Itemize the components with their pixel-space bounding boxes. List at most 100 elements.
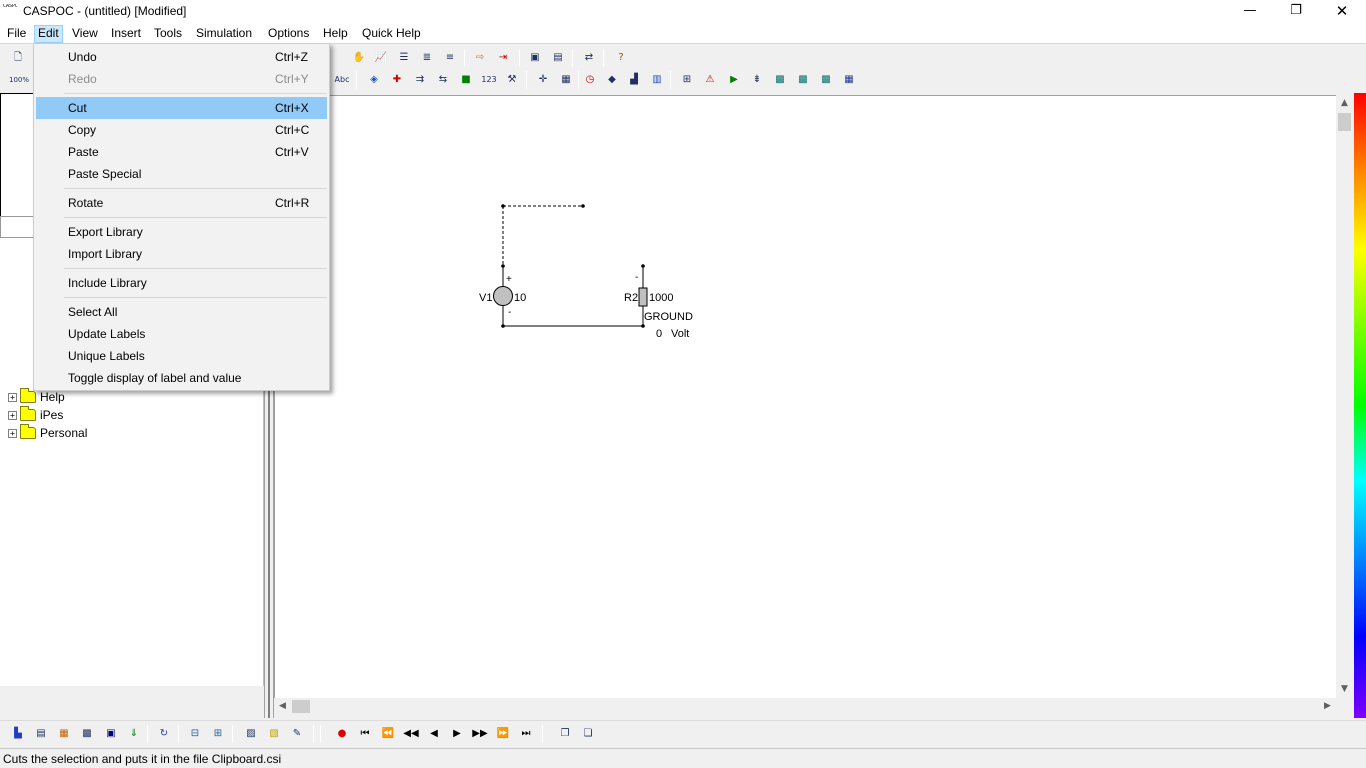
scope-icon[interactable]: ◆: [603, 71, 621, 89]
step-back-icon[interactable]: ◀: [425, 725, 443, 743]
maximize-button[interactable]: ❐: [1273, 0, 1319, 23]
meter-icon[interactable]: ▟: [625, 71, 643, 89]
menu-options[interactable]: Options: [265, 25, 312, 43]
vertical-scrollbar[interactable]: ▲ ▼: [1336, 95, 1353, 698]
tree-item-ipes[interactable]: + iPes: [8, 406, 63, 424]
table-icon[interactable]: ▦: [840, 71, 858, 89]
network-icon[interactable]: ⊟: [186, 725, 204, 743]
counter-button[interactable]: 123: [480, 71, 498, 89]
connect-icon[interactable]: ⇄: [580, 49, 598, 67]
counter-icon[interactable]: ▦: [55, 725, 73, 743]
menu-item-toggle-label-value[interactable]: Toggle display of label and value: [36, 367, 327, 389]
document-icon[interactable]: ▤: [32, 725, 50, 743]
menu-item-undo[interactable]: Undo Ctrl+Z: [36, 46, 327, 68]
network2-icon[interactable]: ⊞: [209, 725, 227, 743]
wire-icon[interactable]: ⇉: [411, 71, 429, 89]
vertical-scroll-thumb[interactable]: [1338, 113, 1351, 131]
menu-edit[interactable]: Edit: [34, 25, 63, 43]
chart-icon[interactable]: ▙: [9, 725, 27, 743]
tree-item-personal[interactable]: + Personal: [8, 424, 87, 442]
forward-icon[interactable]: ▶▶: [471, 725, 489, 743]
minimize-button[interactable]: —: [1227, 0, 1273, 23]
chip-icon[interactable]: ▩: [771, 71, 789, 89]
expand-icon[interactable]: ⊞: [678, 71, 696, 89]
menu-item-unique-labels[interactable]: Unique Labels: [36, 345, 327, 367]
r2-value: 1000: [649, 292, 674, 304]
v1-plus: +: [506, 274, 512, 285]
bus-icon[interactable]: ⇆: [434, 71, 452, 89]
run-icon[interactable]: ▶: [725, 71, 743, 89]
schematic-canvas[interactable]: V1 10 + - R2 1000 - GROUND 0 Volt: [274, 95, 1336, 698]
menu-item-copy[interactable]: Copy Ctrl+C: [36, 119, 327, 141]
chip3-icon[interactable]: ▩: [817, 71, 835, 89]
refresh-icon[interactable]: ↻: [155, 725, 173, 743]
tools-icon[interactable]: ⚒: [503, 71, 521, 89]
menu-item-paste[interactable]: Paste Ctrl+V: [36, 141, 327, 163]
component-icon[interactable]: ◈: [365, 71, 383, 89]
folder-image-icon[interactable]: ▧: [265, 725, 283, 743]
zoom-level-button[interactable]: 100%: [9, 71, 29, 89]
fast-forward-icon[interactable]: ⏩: [494, 725, 512, 743]
caspoc-app-icon[interactable]: CASPOC: [3, 4, 17, 18]
horizontal-scrollbar[interactable]: ◀ ▶: [274, 698, 1336, 715]
list-check-icon[interactable]: ≣: [418, 49, 436, 67]
windows-icon[interactable]: ❐: [556, 725, 574, 743]
sort-icon[interactable]: ⇟: [748, 71, 766, 89]
warning-icon[interactable]: ⚠: [701, 71, 719, 89]
import-arrow-icon[interactable]: ⇨: [471, 49, 489, 67]
bar-meter-icon[interactable]: ▥: [648, 71, 666, 89]
menu-help[interactable]: Help: [320, 25, 351, 43]
menu-quick-help[interactable]: Quick Help: [359, 25, 424, 43]
expand-plus-icon[interactable]: +: [8, 392, 17, 402]
menu-item-update-labels[interactable]: Update Labels: [36, 323, 327, 345]
menu-file[interactable]: File: [4, 25, 29, 43]
fast-rewind-icon[interactable]: ⏪: [379, 725, 397, 743]
block-icon[interactable]: ■: [457, 71, 475, 89]
close-button[interactable]: ✕: [1319, 0, 1365, 23]
text-tool-button[interactable]: Abc: [333, 71, 351, 89]
scroll-right-icon[interactable]: ▶: [1319, 698, 1336, 715]
cascade-icon[interactable]: ❏: [579, 725, 597, 743]
help-question-icon[interactable]: ?: [612, 49, 630, 67]
record-icon[interactable]: ●: [333, 725, 351, 743]
menu-tools[interactable]: Tools: [151, 25, 185, 43]
menu-view[interactable]: View: [69, 25, 101, 43]
list-icon[interactable]: ☰: [395, 49, 413, 67]
menu-simulation[interactable]: Simulation: [193, 25, 255, 43]
edit-icon[interactable]: ✎: [288, 725, 306, 743]
hand-tool-icon[interactable]: ✋: [350, 49, 368, 67]
horizontal-scroll-thumb[interactable]: [292, 700, 310, 713]
menu-item-select-all[interactable]: Select All: [36, 301, 327, 323]
expand-plus-icon[interactable]: +: [8, 428, 17, 438]
image-icon[interactable]: ▨: [242, 725, 260, 743]
list-sort-icon[interactable]: ≡: [441, 49, 459, 67]
timer-icon[interactable]: ◷: [581, 71, 599, 89]
node-icon[interactable]: ✚: [388, 71, 406, 89]
play-icon[interactable]: ▶: [448, 725, 466, 743]
plot-icon[interactable]: 📈: [372, 49, 390, 67]
library-edit-icon[interactable]: ▤: [549, 49, 567, 67]
arrow-down-icon[interactable]: ⇓: [125, 725, 143, 743]
menu-item-paste-special[interactable]: Paste Special: [36, 163, 327, 185]
expand-plus-icon[interactable]: +: [8, 410, 17, 420]
scroll-down-icon[interactable]: ▼: [1336, 681, 1353, 698]
ic-arrow-icon[interactable]: ⇥: [494, 49, 512, 67]
menu-item-export-library[interactable]: Export Library: [36, 221, 327, 243]
skip-start-icon[interactable]: ⏮: [356, 725, 374, 743]
chip2-icon[interactable]: ▩: [794, 71, 812, 89]
menu-item-rotate[interactable]: Rotate Ctrl+R: [36, 192, 327, 214]
menu-item-cut[interactable]: Cut Ctrl+X: [36, 97, 327, 119]
library-icon[interactable]: ▣: [526, 49, 544, 67]
grid-icon[interactable]: ▦: [557, 71, 575, 89]
skip-end-icon[interactable]: ⏭: [517, 725, 535, 743]
scroll-left-icon[interactable]: ◀: [274, 698, 291, 715]
crosshair-icon[interactable]: ✛: [534, 71, 552, 89]
grid-view-icon[interactable]: ▩: [78, 725, 96, 743]
menu-item-include-library[interactable]: Include Library: [36, 272, 327, 294]
rewind-icon[interactable]: ◀◀: [402, 725, 420, 743]
menu-item-import-library[interactable]: Import Library: [36, 243, 327, 265]
new-file-icon[interactable]: 🗋: [9, 49, 27, 67]
scroll-up-icon[interactable]: ▲: [1336, 95, 1353, 112]
chip-icon[interactable]: ▣: [102, 725, 120, 743]
menu-insert[interactable]: Insert: [108, 25, 144, 43]
